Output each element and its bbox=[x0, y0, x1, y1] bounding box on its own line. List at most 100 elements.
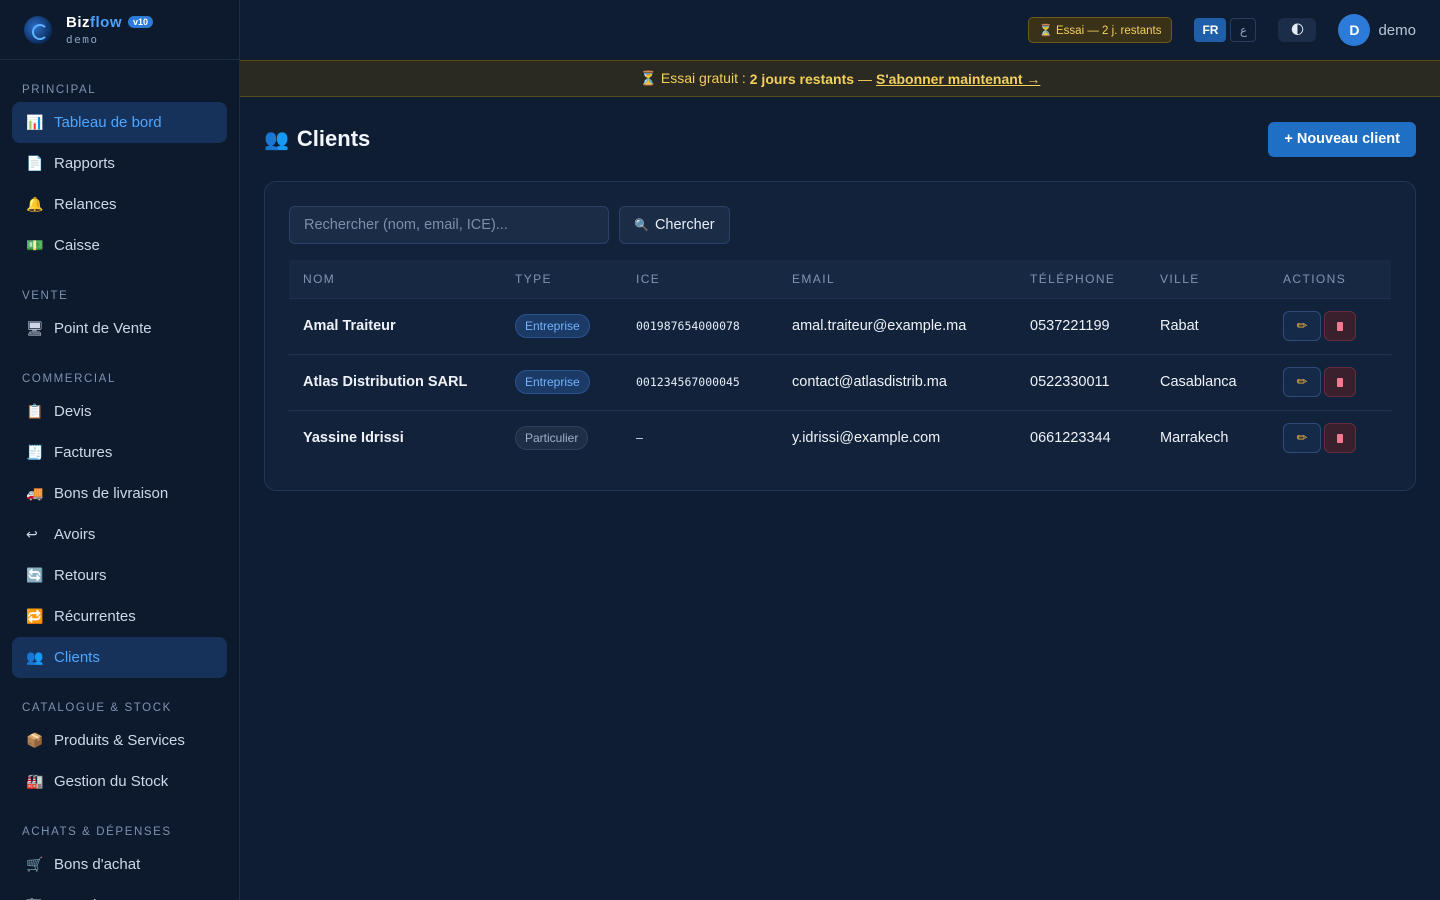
client-email: y.idrissi@example.com bbox=[778, 409, 1016, 466]
cart-icon: 🛒 bbox=[26, 856, 44, 872]
brand-subtitle: demo bbox=[66, 32, 99, 46]
sidebar-item-relances[interactable]: 🔔 Relances bbox=[12, 184, 227, 225]
theme-toggle-icon[interactable]: 🌓 bbox=[1278, 18, 1317, 42]
sidebar-item-label: Point de Vente bbox=[54, 320, 152, 337]
sidebar-item-label: Retours bbox=[54, 567, 107, 584]
client-ice: 001234567000045 bbox=[622, 353, 778, 410]
edit-button[interactable]: ✏ bbox=[1283, 311, 1321, 341]
table-row[interactable]: Atlas Distribution SARL Entreprise 0012345… bbox=[289, 353, 1391, 410]
sidebar-item-produits-services[interactable]: 📦 Produits & Services bbox=[12, 720, 227, 761]
edit-button[interactable]: ✏ bbox=[1283, 367, 1321, 397]
sidebar-item-label: Tableau de bord bbox=[54, 114, 162, 131]
users-icon: 👥 bbox=[264, 128, 289, 151]
sidebar-item-rapports[interactable]: 📄 Rapports bbox=[12, 143, 227, 184]
pencil-icon: ✏ bbox=[1296, 318, 1308, 333]
sidebar-item-caisse[interactable]: 💵 Caisse bbox=[12, 225, 227, 266]
edit-button[interactable]: ✏ bbox=[1283, 423, 1321, 454]
type-badge: Particulier bbox=[515, 426, 589, 451]
table-body: Amal Traiteur Entreprise 001987654000078 am… bbox=[289, 297, 1391, 466]
brand-logo-icon bbox=[24, 15, 52, 44]
page-header: 👥 Clients + Nouveau client bbox=[264, 97, 1416, 181]
trash-icon bbox=[1337, 433, 1343, 443]
sidebar-item-label: Produits & Services bbox=[54, 732, 185, 749]
table-row[interactable]: Yassine Idrissi Particulier – y.idrissi@exa… bbox=[289, 409, 1391, 466]
sidebar-item-fournisseurs[interactable]: 🏗Fournisseurs bbox=[12, 885, 227, 900]
column-header: ICE bbox=[636, 271, 661, 286]
return-arrow-icon: ↩ bbox=[26, 526, 38, 542]
brand[interactable]: Biz flow v10 demo bbox=[0, 0, 239, 60]
client-city: Marrakech bbox=[1146, 409, 1269, 466]
table-header: NOM TYPE ICE EMAIL TÉLÉPHONE VILLE ACTIONS bbox=[289, 260, 1391, 298]
cash-icon: 💵 bbox=[26, 237, 44, 253]
user-name[interactable]: demo bbox=[1378, 22, 1416, 39]
sidebar-item-label: Bons de livraison bbox=[54, 485, 169, 502]
nav-section-title: COMMERCIAL bbox=[22, 373, 116, 385]
sidebar-item-bons-de-livraison[interactable]: 🚚 Bons de livraison bbox=[12, 473, 227, 514]
nav-section-title: VENTE bbox=[22, 290, 69, 302]
report-icon: 📄 bbox=[26, 155, 44, 171]
pencil-icon: ✏ bbox=[1296, 430, 1308, 446]
avatar[interactable]: D bbox=[1338, 14, 1371, 46]
brand-name: Biz bbox=[66, 13, 90, 31]
delete-button[interactable] bbox=[1324, 423, 1356, 454]
lang-fr-button[interactable]: FR bbox=[1194, 18, 1227, 42]
refresh-icon: 🔄 bbox=[26, 567, 44, 583]
client-phone: 0537221199 bbox=[1016, 297, 1146, 354]
column-header: VILLE bbox=[1160, 271, 1200, 286]
trial-chip[interactable]: ⏳ Essai — 2 j. restants bbox=[1027, 17, 1173, 43]
sidebar-item-tableau-de-bord[interactable]: 📊 Tableau de bord bbox=[12, 102, 227, 143]
page-title: 👥 Clients bbox=[264, 126, 370, 152]
trial-banner: ⏳ Essai gratuit : 2 jours restants — S'a… bbox=[240, 60, 1440, 97]
trash-icon bbox=[1337, 377, 1343, 387]
banner-prefix: ⏳ Essai gratuit : bbox=[639, 70, 746, 86]
sidebar-item-label: Rapports bbox=[54, 155, 115, 172]
search-input[interactable] bbox=[289, 206, 609, 244]
search-button[interactable]: 🔍 Chercher bbox=[619, 206, 730, 244]
client-ice: – bbox=[622, 409, 778, 466]
nav-section-title: CATALOGUE & STOCK bbox=[22, 702, 172, 714]
clients-card: 🔍 Chercher NOM TYPE ICE EMAIL TÉLÉPHONE VILLE… bbox=[264, 181, 1416, 491]
sidebar-item-retours[interactable]: 🔄 Retours bbox=[12, 555, 227, 596]
sidebar-item-label: Relances bbox=[54, 196, 117, 213]
users-icon: 👥 bbox=[26, 649, 44, 665]
client-name: Amal Traiteur bbox=[289, 297, 501, 354]
type-badge: Entreprise bbox=[515, 314, 590, 338]
box-icon: 📦 bbox=[26, 732, 44, 748]
bell-icon: 🔔 bbox=[26, 196, 44, 212]
truck-icon: 🚚 bbox=[26, 485, 44, 501]
sidebar-item-label: Bons d'achat bbox=[54, 856, 141, 873]
lang-ar-button[interactable]: ع bbox=[1230, 18, 1257, 42]
sidebar-item-devis[interactable]: 📋 Devis bbox=[12, 391, 227, 432]
banner-days: 2 jours restants bbox=[749, 70, 855, 87]
column-header: EMAIL bbox=[792, 271, 836, 286]
receipt-icon: 🧾 bbox=[26, 444, 44, 460]
pencil-icon: ✏ bbox=[1296, 374, 1308, 389]
search-button-label: Chercher bbox=[654, 217, 715, 233]
sidebar-item-point-de-vente[interactable]: 🖥 Point de Vente bbox=[12, 308, 227, 349]
sidebar-item-bons-d-achat[interactable]: 🛒 Bons d'achat bbox=[12, 844, 227, 885]
delete-button[interactable] bbox=[1324, 367, 1356, 397]
sidebar-item-label: Avoirs bbox=[54, 526, 96, 543]
repeat-icon: 🔁 bbox=[26, 608, 44, 624]
client-city: Casablanca bbox=[1146, 353, 1269, 410]
page-title-text: Clients bbox=[296, 126, 371, 151]
new-client-button[interactable]: + Nouveau client bbox=[1268, 121, 1416, 157]
delete-button[interactable] bbox=[1324, 311, 1356, 341]
sidebar-item-label: Clients bbox=[54, 649, 100, 666]
main-content: 👥 Clients + Nouveau client 🔍 Chercher NO… bbox=[264, 97, 1416, 491]
sidebar-item-clients[interactable]: 👥 Clients bbox=[12, 637, 227, 678]
sidebar-item-recurrentes[interactable]: 🔁 Récurrentes bbox=[12, 596, 227, 637]
warehouse-icon: 🏭 bbox=[26, 773, 44, 789]
version-badge: v10 bbox=[128, 16, 154, 28]
subscribe-link[interactable]: S'abonner maintenant → bbox=[876, 71, 1040, 87]
trash-icon bbox=[1337, 321, 1343, 331]
client-phone: 0522330011 bbox=[1016, 353, 1146, 410]
nav-section-title: ACHATS & DÉPENSES bbox=[22, 826, 172, 838]
nav-section-title: PRINCIPAL bbox=[22, 84, 97, 96]
sidebar-item-label: Factures bbox=[54, 444, 113, 461]
sidebar-item-avoirs[interactable]: ↩ Avoirs bbox=[12, 514, 227, 555]
search-row: 🔍 Chercher bbox=[289, 206, 1391, 244]
sidebar-item-factures[interactable]: 🧾 Factures bbox=[12, 432, 227, 473]
table-row[interactable]: Amal Traiteur Entreprise 001987654000078 am… bbox=[289, 297, 1391, 354]
sidebar-item-gestion-du-stock[interactable]: 🏭 Gestion du Stock bbox=[12, 761, 227, 802]
